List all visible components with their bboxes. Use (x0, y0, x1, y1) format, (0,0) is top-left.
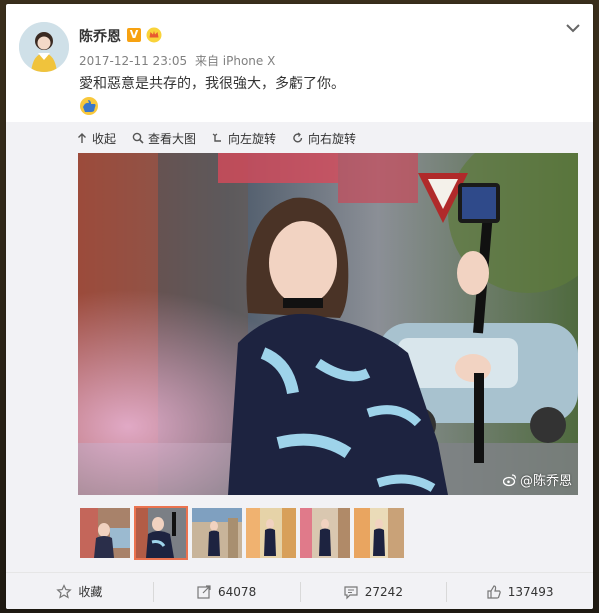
view-large-button[interactable]: 查看大图 (132, 128, 196, 148)
like-count: 137493 (507, 584, 554, 599)
main-photo[interactable]: @陈乔恩 (78, 153, 578, 495)
thumbnail-5[interactable] (300, 508, 350, 558)
weibo-logo-icon (502, 473, 517, 486)
rotate-left-icon (212, 133, 222, 142)
post-text: 愛和惡意是共存的，我很強大，多虧了你。 (79, 76, 345, 92)
thumbnail-1[interactable] (80, 508, 130, 558)
thumbs-up-emoji-icon (80, 97, 98, 115)
vip-crown-icon[interactable] (146, 27, 162, 43)
rotate-left-button[interactable]: 向左旋转 (212, 128, 276, 148)
thumbnail-2-selected[interactable] (134, 506, 188, 560)
like-button[interactable]: 137493 (446, 573, 593, 609)
thumbs-up-icon (487, 584, 501, 599)
photo-watermark: @陈乔恩 (502, 470, 572, 489)
post-meta: 2017-12-11 23:05 来自 iPhone X (79, 52, 275, 69)
comment-button[interactable]: 27242 (299, 573, 447, 609)
rotate-left-label: 向左旋转 (228, 131, 277, 146)
weibo-post-card: 陈乔恩 V 2017-12-11 23:05 来自 iPhone X 愛和惡意是… (6, 4, 593, 609)
favorite-button[interactable]: 收藏 (6, 573, 153, 609)
collapse-label: 收起 (92, 131, 117, 146)
username[interactable]: 陈乔恩 (79, 26, 121, 46)
magnifier-icon (132, 132, 144, 144)
thumbnail-6[interactable] (354, 508, 404, 558)
thumbnail-strip (80, 506, 404, 560)
repost-button[interactable]: 64078 (152, 573, 300, 609)
avatar[interactable] (19, 22, 69, 72)
chevron-down-icon[interactable] (563, 18, 583, 38)
post-timestamp[interactable]: 2017-12-11 23:05 (79, 54, 187, 68)
collapse-arrow-icon (78, 133, 86, 143)
view-large-label: 查看大图 (148, 131, 197, 146)
action-bar: 收藏 64078 27242 137493 (6, 572, 593, 609)
rotate-right-button[interactable]: 向右旋转 (292, 128, 356, 148)
repost-count: 64078 (218, 584, 257, 599)
watermark-text: @陈乔恩 (519, 474, 572, 489)
verified-badge-icon: V (127, 28, 141, 42)
rotate-right-label: 向右旋转 (308, 131, 357, 146)
star-icon (56, 583, 73, 599)
comment-count: 27242 (364, 584, 403, 599)
rotate-right-icon (293, 132, 303, 143)
thumbnail-3[interactable] (192, 508, 242, 558)
comment-icon (344, 585, 358, 599)
post-source: 来自 iPhone X (194, 54, 276, 68)
thumbnail-4[interactable] (246, 508, 296, 558)
favorite-label: 收藏 (78, 585, 103, 599)
repost-icon (197, 584, 211, 599)
media-toolbar: 收起 查看大图 向左旋转 向右旋转 (76, 128, 356, 148)
collapse-button[interactable]: 收起 (76, 128, 116, 148)
